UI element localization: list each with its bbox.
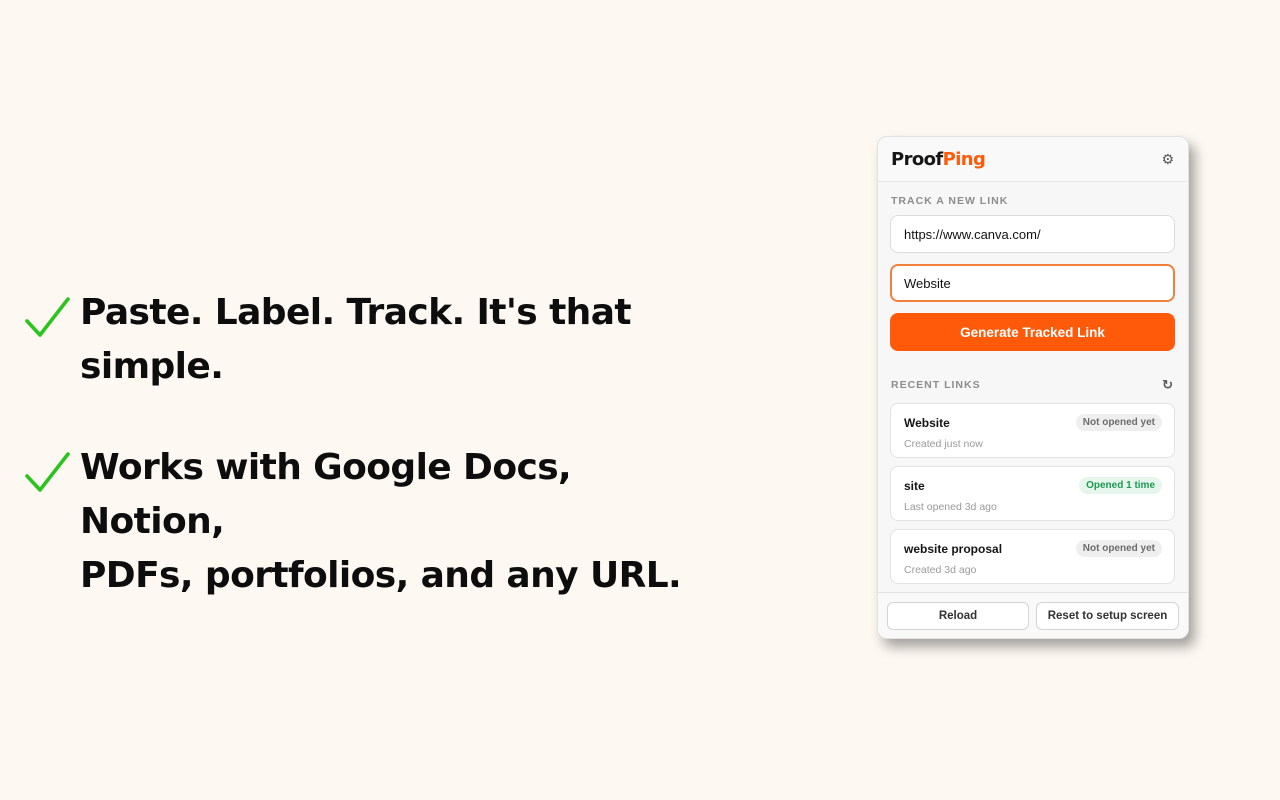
feature-line: Works with Google Docs, Notion, [80,447,572,542]
feature-line: Paste. Label. Track. It's that [80,292,632,333]
reload-button[interactable]: Reload [887,601,1029,630]
link-subtitle: Created 3d ago [904,564,977,576]
feature-line: simple. [80,346,224,387]
feature-text: Works with Google Docs, Notion, PDFs, po… [80,441,724,603]
list-item[interactable]: site Opened 1 time Last opened 3d ago [890,466,1175,521]
status-badge: Opened 1 time [1079,477,1162,494]
popup-header: ProofPing ⚙ [878,137,1188,182]
gear-icon[interactable]: ⚙ [1161,152,1174,166]
checkmark-icon [25,452,70,492]
list-item[interactable]: Website Not opened yet Created just now [890,403,1175,458]
recent-links-list[interactable]: Website Not opened yet Created just now … [878,403,1188,593]
extension-popup: ProofPing ⚙ TRACK A NEW LINK Generate Tr… [877,136,1189,639]
recent-links-header: RECENT LINKS ↻ [891,377,1173,393]
link-subtitle: Last opened 3d ago [904,501,997,513]
link-title: Website [904,415,950,430]
label-input[interactable] [890,264,1175,302]
brand-part-proof: Proof [891,148,943,170]
link-title: website proposal [904,541,1003,556]
checkmark-icon [25,297,70,337]
recent-section-label: RECENT LINKS [891,379,981,391]
list-item[interactable]: website proposal Not opened yet Created … [890,529,1175,584]
popup-footer: Reload Reset to setup screen [878,592,1188,638]
status-badge: Not opened yet [1075,414,1162,431]
brand-part-ping: Ping [942,148,986,170]
generate-tracked-link-button[interactable]: Generate Tracked Link [890,313,1175,351]
feature-compatibility: Works with Google Docs, Notion, PDFs, po… [24,441,724,603]
url-input[interactable] [890,215,1175,253]
reset-setup-button[interactable]: Reset to setup screen [1036,601,1179,630]
feature-text: Paste. Label. Track. It's that simple. [80,286,632,394]
status-badge: Not opened yet [1075,540,1162,557]
link-title: site [904,478,925,493]
link-subtitle: Created just now [904,438,983,450]
feature-line: PDFs, portfolios, and any URL. [80,555,682,596]
track-section-label: TRACK A NEW LINK [891,195,1009,207]
refresh-icon[interactable]: ↻ [1162,377,1173,393]
feature-simple: Paste. Label. Track. It's that simple. [24,286,724,394]
brand-logo: ProofPing [891,148,986,170]
